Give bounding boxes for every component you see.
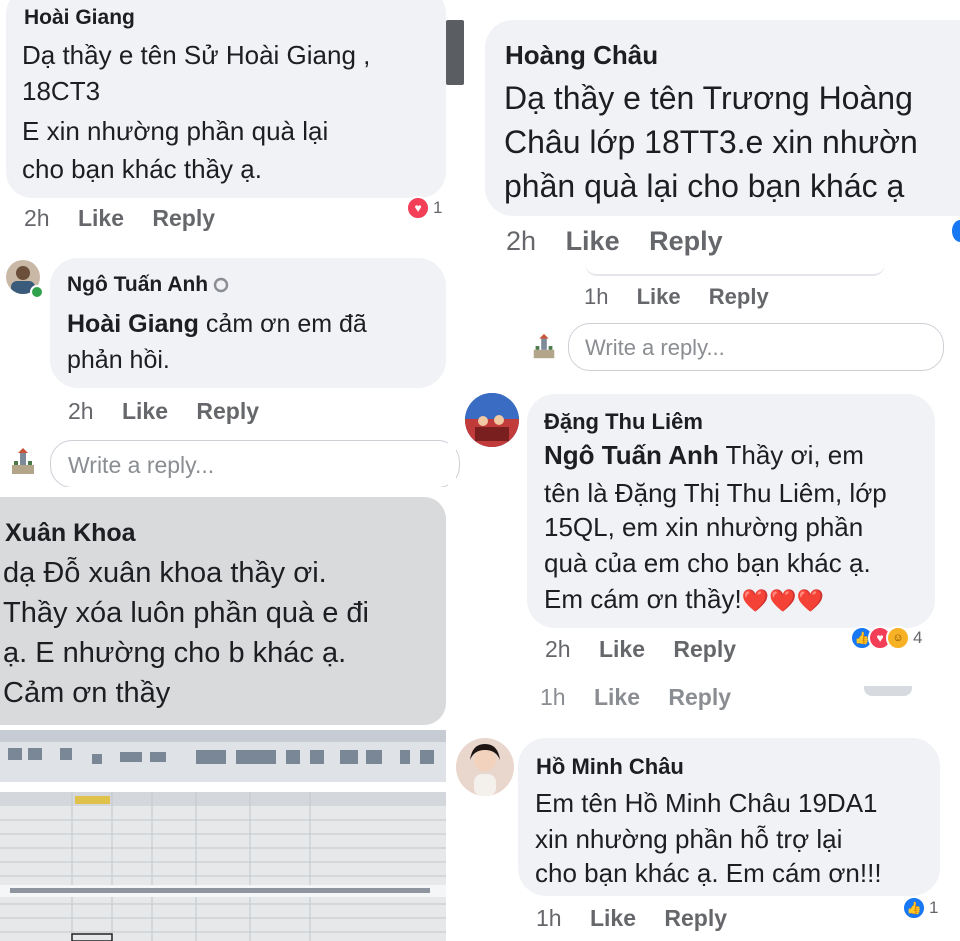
mention-link[interactable]: Hoài Giang	[67, 310, 199, 338]
comment-bubble-hoai-giang: Hoài Giang Dạ thầy e tên Sử Hoài Giang ,…	[6, 0, 446, 198]
comment-bubble-hoang-chau: Hoàng Châu Dạ thầy e tên Trương Hoàng Ch…	[485, 20, 960, 216]
comment-author[interactable]: Xuân Khoa	[5, 519, 136, 548]
reaction-summary[interactable]: ♥ 1	[406, 196, 442, 220]
reply-button[interactable]: Reply	[673, 636, 736, 662]
heart-emojis: ❤️❤️❤️	[741, 588, 824, 613]
reply-bubble-ngo-tuan-anh: Ngô Tuấn Anh Hoài Giang cảm ơn em đã phả…	[50, 258, 446, 388]
comment-actions: 2h Like Reply	[506, 226, 745, 257]
online-status-dot	[30, 285, 44, 299]
comment-time[interactable]: 2h	[506, 226, 536, 256]
current-user-avatar	[530, 333, 558, 361]
heart-reaction-icon: ♥	[406, 196, 430, 220]
write-reply-input[interactable]: Write a reply...	[50, 440, 460, 488]
comment-text-line: cho bạn khác thầy ạ.	[22, 154, 262, 184]
comment-text: Thầy ơi, em	[718, 440, 864, 470]
write-reply-placeholder: Write a reply...	[68, 452, 215, 478]
comment-actions: 2h Like Reply	[545, 636, 758, 663]
comment-bubble-ho-minh-chau: Hồ Minh Châu Em tên Hồ Minh Châu 19DA1 x…	[518, 738, 940, 896]
comment-author[interactable]: Hồ Minh Châu	[536, 754, 684, 780]
comment-text-line: dạ Đỗ xuân khoa thầy ơi.	[3, 557, 327, 589]
comment-text-line: tên là Đặng Thị Thu Liêm, lớp	[544, 478, 887, 508]
like-button[interactable]: Like	[122, 398, 168, 424]
reaction-summary[interactable]: 👍 ♥ ☺ 4	[850, 626, 922, 650]
like-reaction-icon	[952, 220, 960, 242]
comment-text-line: 15QL, em xin nhường phần	[544, 512, 864, 542]
like-reaction-icon: 👍	[902, 896, 926, 920]
comment-text-line: Dạ thầy e tên Trương Hoàng	[504, 80, 913, 116]
reply-button[interactable]: Reply	[152, 205, 215, 231]
comment-author[interactable]: Hoài Giang	[24, 6, 135, 30]
write-reply-placeholder: Write a reply...	[585, 335, 725, 360]
comment-text-line: quà của em cho bạn khác ạ.	[544, 548, 871, 578]
like-button[interactable]: Like	[566, 226, 620, 256]
reaction-count: 1	[929, 898, 939, 917]
comment-actions: 2h Like Reply	[24, 205, 237, 232]
cut-off-strip: 1h Like Reply	[456, 686, 960, 712]
comment-text-line: Thầy xóa luôn phần quà e đi	[3, 597, 369, 629]
like-button[interactable]: Like	[590, 905, 636, 931]
comment-time[interactable]: 2h	[545, 636, 571, 662]
comment-text-line: Em cám ơn thầy!❤️❤️❤️	[544, 584, 824, 615]
dark-edge	[446, 20, 464, 85]
spreadsheet-screenshot-attachment[interactable]	[0, 730, 446, 941]
comment-text-line: phần quà lại cho bạn khác ạ	[504, 168, 905, 204]
tower-logo-icon	[12, 448, 34, 474]
like-button: Like	[593, 686, 641, 710]
comment-text-line: Em tên Hồ Minh Châu 19DA1	[535, 788, 878, 818]
mention-link[interactable]: Ngô Tuấn Anh	[544, 440, 719, 470]
like-button[interactable]: Like	[78, 205, 124, 231]
reaction-summary[interactable]: 👍 1	[902, 896, 938, 920]
current-user-avatar	[8, 447, 38, 477]
comment-actions: 1h Like Reply	[536, 905, 749, 932]
spreadsheet-image	[0, 730, 446, 941]
like-button[interactable]: Like	[637, 284, 681, 309]
care-reaction-icon: ☺	[886, 626, 910, 650]
collapsed-reply-edge	[585, 264, 885, 276]
comment-bubble-dang-thu-liem: Đặng Thu Liêm Ngô Tuấn Anh Thầy ơi, em t…	[527, 394, 935, 628]
comment-text-line: Châu lớp 18TT3.e xin nhườn	[504, 124, 918, 160]
reaction-count: 1	[433, 198, 443, 217]
group-photo-avatar-icon	[465, 393, 519, 447]
reply-button[interactable]: Reply	[709, 284, 769, 309]
comment-time[interactable]: 1h	[536, 905, 562, 931]
cut-off-actions: 1h Like Reply	[540, 686, 753, 711]
top-fan-badge-icon	[213, 277, 229, 293]
reply-actions: 2h Like Reply	[68, 398, 281, 425]
reply-author[interactable]: Ngô Tuấn Anh	[67, 273, 208, 297]
reply-button[interactable]: Reply	[196, 398, 259, 424]
comment-time[interactable]: 1h	[584, 284, 608, 309]
cut-off-reaction	[864, 686, 912, 696]
person-photo-avatar-icon	[470, 744, 500, 796]
panel-separator	[456, 670, 960, 686]
reply-button[interactable]: Reply	[664, 905, 727, 931]
reply-text-line: phản hồi.	[67, 346, 170, 374]
comment-text-line: Cảm ơn thầy	[3, 677, 171, 709]
comment-author[interactable]: Đặng Thu Liêm	[544, 409, 703, 435]
comment-text-line: cho bạn khác ạ. Em cám ơn!!!	[535, 858, 882, 888]
avatar[interactable]	[456, 738, 514, 796]
like-button[interactable]: Like	[599, 636, 645, 662]
reply-text-line: Hoài Giang cảm ơn em đã	[67, 310, 367, 339]
comment-author[interactable]: Hoàng Châu	[505, 40, 658, 71]
comment-time: 1h	[540, 686, 566, 710]
reply-author-row: Ngô Tuấn Anh	[67, 273, 229, 297]
comment-text-line: xin nhường phần hỗ trợ lại	[535, 824, 843, 854]
comment-text-line: 18CT3	[22, 76, 101, 106]
comment-text-line: ạ. E nhường cho b khác ạ.	[3, 637, 347, 669]
comment-text: Em cám ơn thầy!	[544, 584, 742, 614]
reply-button: Reply	[668, 686, 732, 710]
reply-actions: 1h Like Reply	[584, 284, 791, 310]
avatar[interactable]	[465, 393, 519, 447]
reply-text: cảm ơn em đã	[198, 310, 367, 338]
comment-text-line: Dạ thầy e tên Sử Hoài Giang ,	[22, 40, 371, 70]
tower-logo-icon	[533, 333, 555, 359]
write-reply-input[interactable]: Write a reply...	[568, 323, 944, 371]
comment-time[interactable]: 2h	[68, 398, 94, 424]
reply-button[interactable]: Reply	[649, 226, 723, 256]
comment-text-line: Ngô Tuấn Anh Thầy ơi, em	[544, 440, 864, 471]
comment-time[interactable]: 2h	[24, 205, 50, 231]
reaction-count: 4	[913, 628, 923, 647]
comment-bubble-xuan-khoa: Xuân Khoa dạ Đỗ xuân khoa thầy ơi. Thầy …	[0, 497, 446, 725]
comment-text-line: E xin nhường phần quà lại	[22, 116, 329, 146]
